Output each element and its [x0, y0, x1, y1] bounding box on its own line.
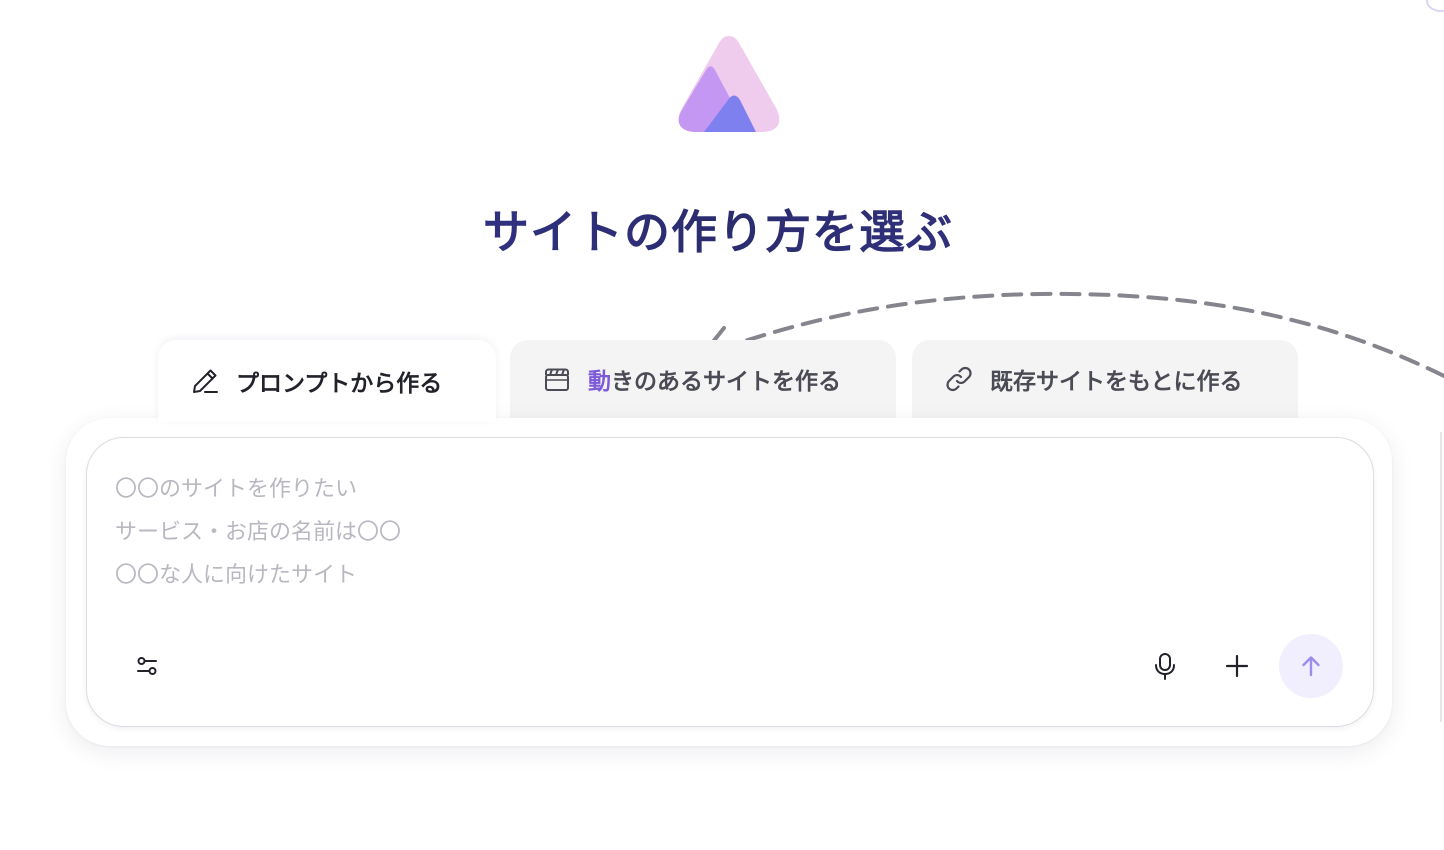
clapperboard-icon	[545, 368, 569, 391]
tab-motion-label-rest: きのあるサイトを作る	[611, 369, 841, 395]
microphone-icon	[1155, 653, 1175, 680]
page-title: サイトの作り方を選ぶ	[0, 196, 1444, 262]
microphone-button[interactable]	[1143, 644, 1187, 688]
tab-existing-label: 既存サイトをもとに作る	[990, 369, 1243, 395]
page: サイトの作り方を選ぶ プロンプトから作る 動きのあるサイトを作る 既存サイトをも…	[0, 0, 1444, 850]
composer-card	[66, 418, 1392, 746]
settings-button[interactable]	[125, 644, 169, 688]
send-button[interactable]	[1279, 634, 1343, 698]
tab-motion-site[interactable]: 動きのあるサイトを作る	[510, 340, 896, 418]
arrow-up-icon	[1302, 656, 1320, 677]
page-title-text: サイトの作り方を選ぶ	[483, 205, 953, 259]
tab-prompt[interactable]: プロンプトから作る	[158, 340, 496, 422]
add-button[interactable]	[1215, 644, 1259, 688]
tab-prompt-label: プロンプトから作る	[236, 371, 443, 397]
edge-decoration	[1426, 0, 1444, 12]
tab-motion-label-accent: 動	[588, 369, 611, 395]
composer-box	[86, 437, 1374, 727]
prompt-input[interactable]	[115, 468, 1335, 618]
pencil-icon	[193, 369, 218, 393]
tab-motion-label: 動きのあるサイトを作る	[588, 362, 841, 396]
plus-icon	[1225, 654, 1249, 678]
sliders-icon	[137, 657, 157, 675]
edge-divider	[1440, 432, 1442, 722]
link-icon	[946, 366, 972, 392]
tab-existing-site[interactable]: 既存サイトをもとに作る	[912, 340, 1298, 418]
app-logo	[678, 36, 780, 132]
